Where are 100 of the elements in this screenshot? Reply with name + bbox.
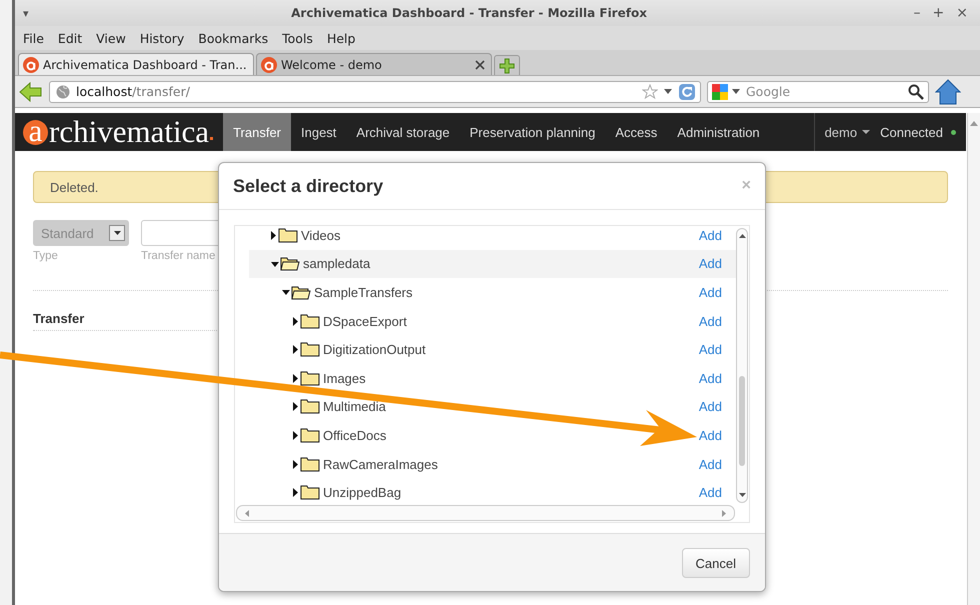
tree-row[interactable]: DigitizationOutput Add [249,335,736,364]
star-icon[interactable] [642,84,658,100]
folder-icon [300,342,320,358]
url-text: localhost/transfer/ [76,84,190,99]
tree-row[interactable]: Multimedia Add [249,392,736,422]
tab-label: Archivematica Dashboard - Tran... [43,58,247,72]
folder-name: Multimedia [323,399,386,414]
menu-item[interactable]: Edit [52,30,88,46]
folder-name: SampleTransfers [314,284,412,300]
search-icon[interactable] [908,84,924,100]
scroll-up-icon[interactable] [738,234,746,238]
add-link[interactable]: Add [698,456,722,472]
collapsed-triangle-icon[interactable] [271,230,277,240]
nav-item[interactable]: Preservation planning [460,113,606,151]
folder-name: UnzippedBag [323,485,402,500]
add-link[interactable]: Add [698,314,722,329]
search-field[interactable]: Google [707,80,929,102]
folder-name: Images [323,370,366,386]
dropdown-icon[interactable] [664,88,672,94]
folder-icon [300,456,320,472]
menu-item[interactable]: History [134,30,190,46]
tree-row[interactable]: OfficeDocs Add [249,421,736,450]
browser-tab[interactable]: Welcome - demo [256,53,492,75]
scroll-left-icon[interactable] [245,510,249,516]
dialog-title: Select a directory [233,176,384,196]
collapsed-triangle-icon[interactable] [293,488,299,498]
scrollbar[interactable] [967,113,980,605]
window-control-button[interactable]: + [928,5,948,21]
tree-row[interactable]: RawCameraImages Add [249,450,736,478]
collapsed-triangle-icon[interactable] [293,374,299,383]
folder-name: RawCameraImages [323,456,438,472]
nav-item[interactable]: Administration [667,113,770,151]
menu-item[interactable]: View [90,30,132,46]
folder-name: sampledata [303,256,370,272]
folder-name: DSpaceExport [323,314,407,329]
add-link[interactable]: Add [698,370,722,386]
dropdown-icon[interactable] [732,88,740,94]
add-link[interactable]: Add [698,228,722,243]
nav-item[interactable]: Ingest [291,113,346,151]
connection-status: Connected [880,124,943,140]
address-bar[interactable]: localhost/transfer/ [49,80,701,102]
browser-tab[interactable]: Archivematica Dashboard - Tran... [18,53,254,75]
nav-item[interactable]: Access [605,113,668,151]
favicon-icon [23,56,39,72]
close-icon[interactable] [475,60,485,70]
back-icon[interactable] [19,80,43,102]
menu-item[interactable]: Bookmarks [192,30,274,46]
menu-item[interactable]: Help [320,30,362,46]
expanded-triangle-icon[interactable] [271,260,279,268]
scrollbar[interactable] [736,228,748,503]
open-folder-icon [280,256,300,272]
tree-row[interactable]: sampledata Add [249,250,736,278]
scrollbar[interactable] [236,505,735,521]
collapsed-triangle-icon[interactable] [293,345,299,354]
add-link[interactable]: Add [698,485,722,500]
window-control-button[interactable]: – [910,5,925,21]
cancel-button[interactable]: Cancel [682,548,750,578]
tab-label: Welcome - demo [281,58,383,72]
folder-icon [300,314,320,329]
caret-icon [862,130,870,134]
tree-row[interactable]: DSpaceExport Add [249,306,736,336]
caret-icon [114,231,120,235]
logo[interactable]: a rchivematica [15,113,224,151]
tree-row[interactable]: SampleTransfers Add [249,278,736,307]
window-title: Archivematica Dashboard - Transfer - Mozilla Firefox [290,6,648,20]
window-menu-icon[interactable]: ▾ [23,6,29,20]
folder-icon [278,228,298,243]
menu-item[interactable]: Tools [276,30,319,46]
tree-row[interactable]: UnzippedBag Add [249,478,736,505]
folder-icon [300,485,320,500]
folder-icon [300,428,320,443]
window-control-button[interactable]: × [952,5,972,21]
collapsed-triangle-icon[interactable] [293,430,299,440]
favicon-icon [261,56,277,72]
nav-item[interactable]: Transfer [223,113,291,151]
tree-row[interactable]: Videos Add [235,221,736,250]
new-tab-button[interactable] [494,55,520,75]
folder-name: DigitizationOutput [323,342,426,358]
menu-item[interactable]: File [17,30,50,46]
add-link[interactable]: Add [698,428,722,443]
expanded-triangle-icon[interactable] [282,288,290,296]
add-link[interactable]: Add [698,284,722,300]
scroll-right-icon[interactable] [722,510,726,516]
add-link[interactable]: Add [698,342,722,358]
collapsed-triangle-icon[interactable] [293,316,299,326]
folder-icon [300,399,320,414]
field-label: Type [33,250,58,262]
collapsed-triangle-icon[interactable] [293,460,299,469]
folder-icon [300,370,320,386]
reload-icon[interactable] [678,82,696,100]
nav-item[interactable]: Archival storage [346,113,460,151]
scroll-down-icon[interactable] [738,493,746,497]
google-icon[interactable] [712,84,728,100]
tree-row[interactable]: Images Add [249,364,736,393]
add-link[interactable]: Add [698,399,722,414]
user-menu[interactable]: demo [814,113,880,151]
home-icon[interactable] [935,78,961,104]
collapsed-triangle-icon[interactable] [293,402,299,412]
add-link[interactable]: Add [698,256,722,272]
open-folder-icon [291,284,311,300]
